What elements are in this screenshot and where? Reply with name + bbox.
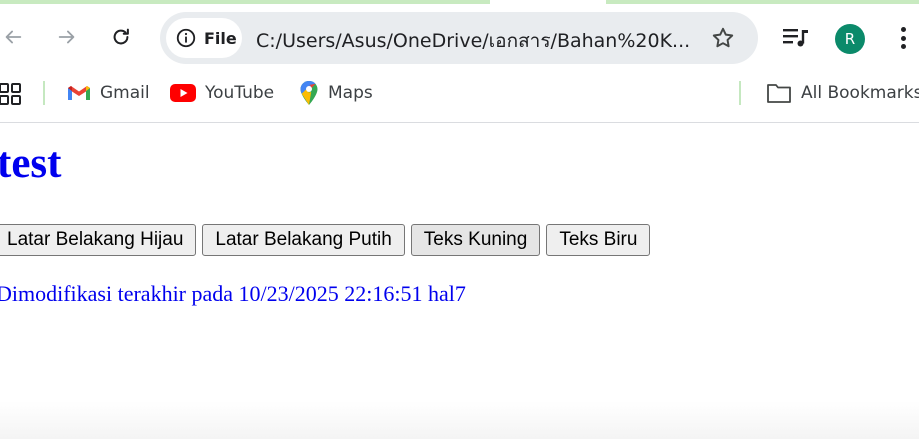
bookmark-label: YouTube: [205, 83, 275, 103]
bookmarks-bar: Gmail YouTube Maps All Bookmarks: [0, 70, 919, 123]
menu-dot-icon: [900, 44, 906, 49]
blue-text-button[interactable]: Teks Biru: [546, 224, 651, 256]
forward-button[interactable]: [52, 22, 82, 52]
gmail-icon: [68, 86, 90, 100]
last-modified-text: Dimodifikasi terakhir pada 10/23/2025 22…: [0, 281, 466, 306]
page-content: test Latar Belakang Hijau Latar Belakang…: [0, 124, 919, 439]
menu-dot-icon: [900, 27, 906, 32]
reload-icon: [113, 28, 129, 45]
profile-avatar[interactable]: R: [835, 24, 865, 54]
site-info-chip[interactable]: File: [166, 18, 242, 58]
arrow-right-icon: [58, 30, 75, 44]
reload-button[interactable]: [106, 22, 136, 52]
bookmark-star-icon[interactable]: [710, 25, 736, 51]
menu-dot-icon: [900, 35, 906, 41]
page-title: test: [0, 140, 62, 187]
white-background-button[interactable]: Latar Belakang Putih: [202, 224, 405, 256]
green-background-button[interactable]: Latar Belakang Hijau: [0, 224, 197, 256]
bookmark-label: Gmail: [100, 83, 150, 103]
folder-icon: [767, 84, 791, 103]
browser-menu-button[interactable]: [896, 24, 910, 52]
arrow-left-icon: [5, 30, 22, 44]
url-text[interactable]: C:/Users/Asus/OneDrive/เอกสาร/Bahan%20K.…: [256, 26, 690, 56]
all-bookmarks-button[interactable]: All Bookmarks: [766, 80, 919, 106]
youtube-icon: [170, 84, 196, 102]
bookmark-gmail[interactable]: Gmail: [67, 80, 150, 106]
yellow-text-button[interactable]: Teks Kuning: [410, 224, 541, 256]
bookmarks-divider: [739, 81, 741, 105]
media-controls-icon[interactable]: [782, 26, 810, 50]
bookmark-maps[interactable]: Maps: [299, 80, 373, 106]
bookmark-label: Maps: [328, 83, 373, 103]
all-bookmarks-label: All Bookmarks: [801, 83, 919, 103]
button-row: Latar Belakang Hijau Latar Belakang Puti…: [0, 224, 651, 256]
info-icon: [176, 28, 196, 48]
bookmarks-divider: [43, 81, 45, 105]
maps-icon: [300, 81, 318, 105]
apps-grid-icon[interactable]: [0, 82, 22, 106]
browser-toolbar: File C:/Users/Asus/OneDrive/เอกสาร/Bahan…: [0, 4, 919, 70]
back-button[interactable]: [0, 22, 28, 52]
scheme-label: File: [204, 28, 237, 48]
bookmark-youtube[interactable]: YouTube: [170, 80, 274, 106]
address-bar[interactable]: File C:/Users/Asus/OneDrive/เอกสาร/Bahan…: [160, 12, 758, 64]
